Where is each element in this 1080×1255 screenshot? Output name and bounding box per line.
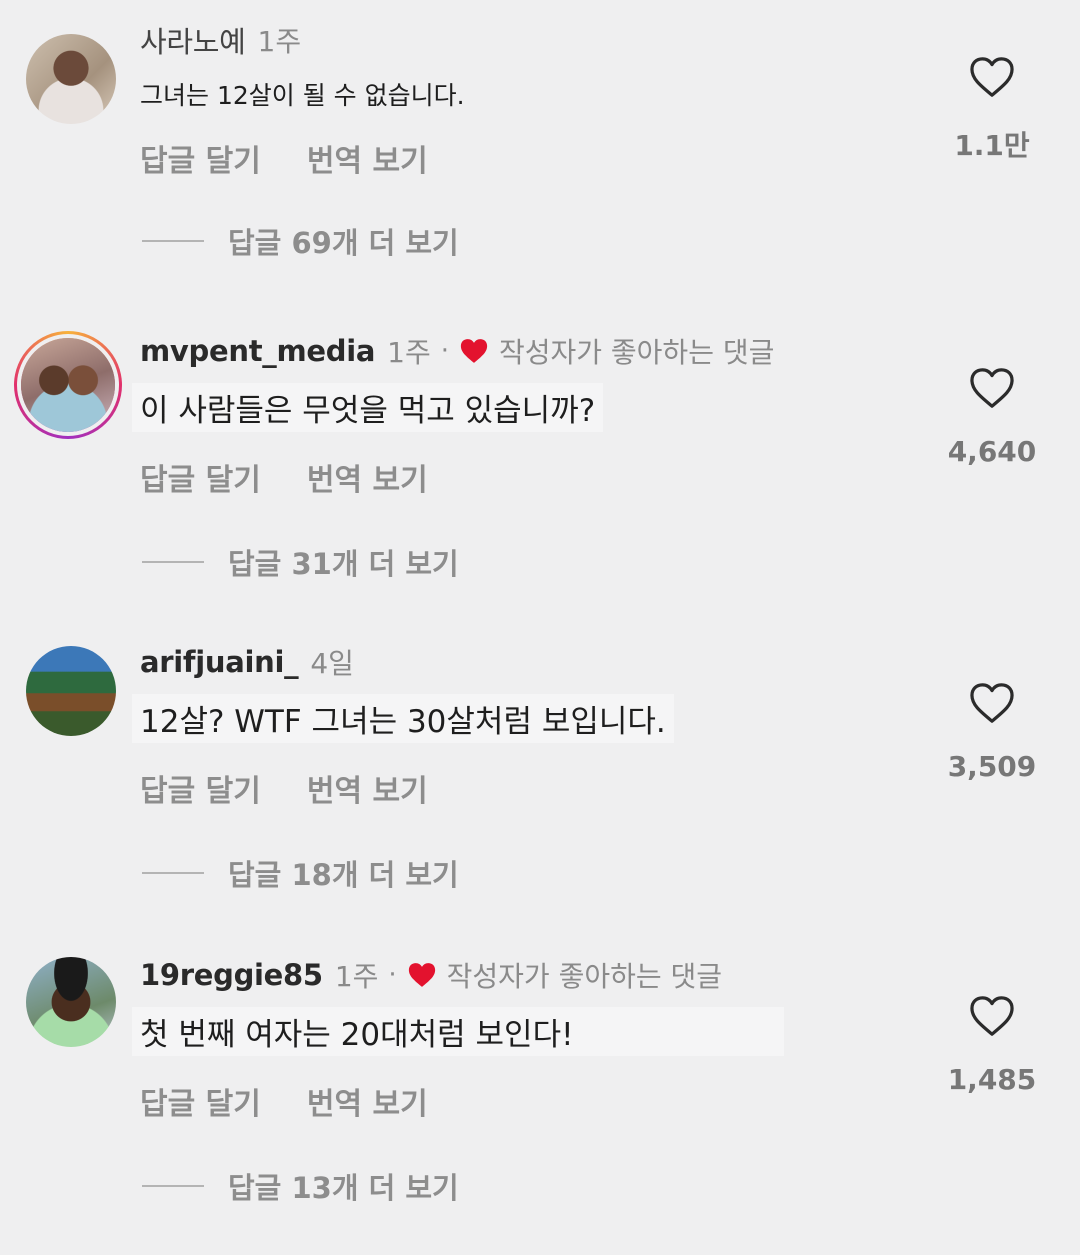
reply-thread-line bbox=[142, 872, 204, 874]
username[interactable]: arifjuaini_ bbox=[140, 645, 299, 679]
heart-outline-icon[interactable] bbox=[969, 682, 1015, 724]
view-replies-label: 답글 31개 더 보기 bbox=[228, 547, 459, 581]
translate-button[interactable]: 번역 보기 bbox=[307, 455, 428, 499]
like-column: 1,485 bbox=[940, 995, 1044, 1096]
view-replies-button[interactable]: 답글 69개 더 보기 bbox=[142, 220, 459, 262]
like-count: 1.1만 bbox=[954, 129, 1030, 162]
avatar[interactable] bbox=[26, 957, 116, 1047]
avatar-photo bbox=[26, 957, 116, 1047]
view-replies-label: 답글 13개 더 보기 bbox=[228, 1171, 459, 1205]
view-replies-label: 답글 18개 더 보기 bbox=[228, 858, 459, 892]
comment-meta: 19reggie85 1주 · 작성자가 좋아하는 댓글 bbox=[140, 951, 722, 999]
heart-outline-icon[interactable] bbox=[969, 367, 1015, 409]
like-column: 1.1만 bbox=[940, 56, 1044, 164]
view-replies-button[interactable]: 답글 31개 더 보기 bbox=[142, 541, 459, 583]
heart-outline-icon[interactable] bbox=[969, 995, 1015, 1037]
translate-button[interactable]: 번역 보기 bbox=[307, 1079, 428, 1123]
avatar-story-ring[interactable] bbox=[14, 331, 122, 439]
like-count: 3,509 bbox=[947, 750, 1037, 783]
avatar-photo bbox=[26, 646, 116, 736]
translate-button[interactable]: 번역 보기 bbox=[307, 136, 428, 180]
comment-item: mvpent_media 1주 · 작성자가 좋아하는 댓글 이 사람들은 무엇… bbox=[0, 327, 1080, 627]
separator: · bbox=[440, 336, 449, 366]
avatar-photo bbox=[26, 34, 116, 124]
reply-button[interactable]: 답글 달기 bbox=[140, 455, 261, 499]
liked-by-creator-label: 작성자가 좋아하는 댓글 bbox=[446, 960, 723, 993]
reply-thread-line bbox=[142, 561, 204, 563]
comment-actions: 답글 달기 번역 보기 bbox=[140, 455, 428, 499]
avatar[interactable] bbox=[26, 646, 116, 736]
comment-item: 19reggie85 1주 · 작성자가 좋아하는 댓글 첫 번째 여자는 20… bbox=[0, 951, 1080, 1251]
comment-meta: mvpent_media 1주 · 작성자가 좋아하는 댓글 bbox=[140, 327, 774, 375]
reply-thread-line bbox=[142, 1185, 204, 1187]
comment-text: 첫 번째 여자는 20대처럼 보인다! bbox=[132, 1007, 784, 1056]
reply-thread-line bbox=[142, 240, 204, 242]
view-replies-button[interactable]: 답글 13개 더 보기 bbox=[142, 1165, 459, 1207]
timestamp: 1주 bbox=[387, 336, 431, 369]
comment-text: 이 사람들은 무엇을 먹고 있습니까? bbox=[132, 383, 604, 432]
username[interactable]: 19reggie85 bbox=[140, 958, 323, 992]
username[interactable]: 사라노예 bbox=[140, 19, 246, 61]
liked-by-creator-label: 작성자가 좋아하는 댓글 bbox=[498, 336, 775, 369]
creator-liked-heart-icon bbox=[408, 963, 435, 987]
comment-meta: arifjuaini_ 4일 bbox=[140, 638, 354, 686]
comment-actions: 답글 달기 번역 보기 bbox=[140, 1079, 428, 1123]
comment-item: 사라노예 1주 그녀는 12살이 될 수 없습니다. 답글 달기 번역 보기 답… bbox=[0, 16, 1080, 316]
comment-meta: 사라노예 1주 bbox=[140, 16, 301, 64]
creator-liked-heart-icon bbox=[460, 339, 488, 363]
reply-button[interactable]: 답글 달기 bbox=[140, 766, 261, 810]
timestamp: 4일 bbox=[310, 647, 354, 680]
like-count: 4,640 bbox=[947, 435, 1037, 468]
avatar bbox=[21, 338, 115, 432]
translate-button[interactable]: 번역 보기 bbox=[307, 766, 428, 810]
comment-actions: 답글 달기 번역 보기 bbox=[140, 136, 428, 180]
reply-button[interactable]: 답글 달기 bbox=[140, 136, 261, 180]
timestamp: 1주 bbox=[334, 960, 379, 993]
like-column: 3,509 bbox=[940, 682, 1044, 783]
comment-actions: 답글 달기 번역 보기 bbox=[140, 766, 428, 810]
comment-text: 12살? WTF 그녀는 30살처럼 보입니다. bbox=[132, 694, 674, 743]
timestamp: 1주 bbox=[257, 25, 302, 58]
username[interactable]: mvpent_media bbox=[140, 334, 375, 368]
separator: · bbox=[388, 960, 397, 990]
comment-text: 그녀는 12살이 될 수 없습니다. bbox=[140, 81, 465, 110]
like-column: 4,640 bbox=[940, 367, 1044, 468]
heart-outline-icon[interactable] bbox=[969, 56, 1015, 98]
comment-item: arifjuaini_ 4일 12살? WTF 그녀는 30살처럼 보입니다. … bbox=[0, 638, 1080, 938]
view-replies-button[interactable]: 답글 18개 더 보기 bbox=[142, 852, 459, 894]
like-count: 1,485 bbox=[947, 1063, 1037, 1096]
reply-button[interactable]: 답글 달기 bbox=[140, 1079, 261, 1123]
view-replies-label: 답글 69개 더 보기 bbox=[228, 226, 459, 260]
avatar[interactable] bbox=[26, 34, 116, 124]
